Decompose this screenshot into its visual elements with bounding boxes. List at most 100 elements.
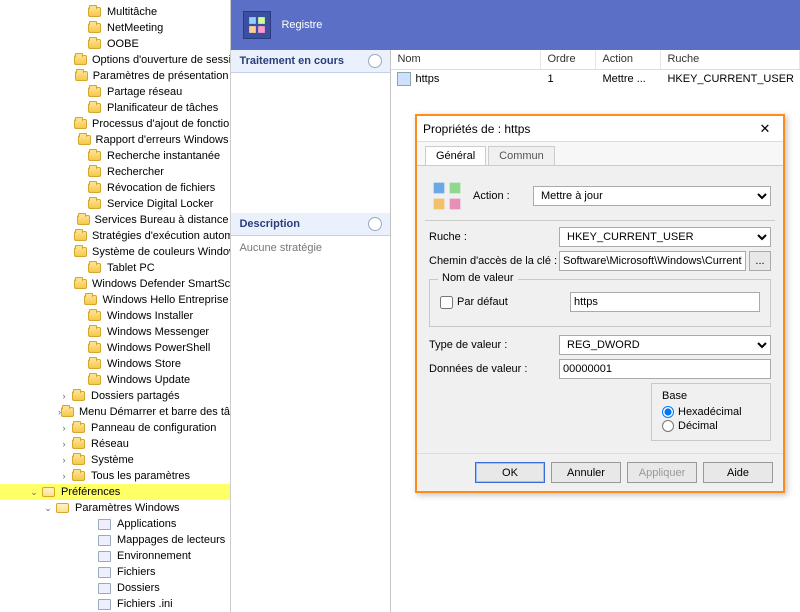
cancel-button[interactable]: Annuler bbox=[551, 462, 621, 483]
close-icon[interactable]: ✕ bbox=[753, 121, 777, 137]
folder-icon bbox=[86, 5, 102, 19]
folder-icon bbox=[86, 37, 102, 51]
tree-item[interactable]: Options d'ouverture de session Windows bbox=[0, 52, 230, 68]
default-checkbox[interactable] bbox=[440, 296, 453, 309]
collapse-icon[interactable] bbox=[368, 54, 382, 68]
valdata-input[interactable] bbox=[559, 359, 771, 379]
expander-icon[interactable]: › bbox=[58, 439, 70, 449]
tree-item[interactable]: ›Menu Démarrer et barre des tâches bbox=[0, 404, 230, 420]
hive-select[interactable]: HKEY_CURRENT_USER bbox=[559, 227, 771, 247]
list-row[interactable]: https 1 Mettre ... HKEY_CURRENT_USER bbox=[391, 70, 800, 88]
tree-item[interactable]: Fichiers .ini bbox=[0, 596, 230, 612]
tree-item[interactable]: ›Panneau de configuration bbox=[0, 420, 230, 436]
radio-hex[interactable] bbox=[662, 406, 674, 418]
folder-icon bbox=[86, 85, 102, 99]
tree-item[interactable]: ›Réseau bbox=[0, 436, 230, 452]
tree-item[interactable]: Windows Installer bbox=[0, 308, 230, 324]
expander-icon[interactable]: ⌄ bbox=[42, 503, 54, 514]
tab-general[interactable]: Général bbox=[425, 146, 486, 165]
tree-item[interactable]: OOBE bbox=[0, 36, 230, 52]
tree-label: Options d'ouverture de session Windows bbox=[90, 54, 231, 66]
tree-item[interactable]: ⌄ Préférences bbox=[0, 484, 230, 500]
tree-label: Tous les paramètres bbox=[89, 470, 192, 482]
tree-item[interactable]: Environnement bbox=[0, 548, 230, 564]
tree-item[interactable]: Service Digital Locker bbox=[0, 196, 230, 212]
collapse-icon[interactable] bbox=[368, 217, 382, 231]
tree-item[interactable]: Tablet PC bbox=[0, 260, 230, 276]
tree-label: Dossiers partagés bbox=[89, 390, 182, 402]
section-description-header[interactable]: Description bbox=[231, 213, 390, 236]
apply-button[interactable]: Appliquer bbox=[627, 462, 697, 483]
dialog-titlebar[interactable]: Propriétés de : https ✕ bbox=[417, 116, 783, 142]
folder-icon bbox=[86, 149, 102, 163]
expander-icon[interactable]: ⌄ bbox=[28, 487, 40, 498]
tree-item[interactable]: Mappages de lecteurs bbox=[0, 532, 230, 548]
tree-label: Multitâche bbox=[105, 6, 159, 18]
folder-icon bbox=[77, 213, 90, 227]
tree-label: Dossiers bbox=[115, 582, 162, 594]
tree-item[interactable]: Rechercher bbox=[0, 164, 230, 180]
valdata-label: Données de valeur : bbox=[429, 363, 559, 375]
tree-label: Paramètres Windows bbox=[73, 502, 182, 514]
tree-item[interactable]: › Tous les paramètres bbox=[0, 468, 230, 484]
tree-item[interactable]: Services Bureau à distance bbox=[0, 212, 230, 228]
tree-item[interactable]: Révocation de fichiers bbox=[0, 180, 230, 196]
tree-item[interactable]: Windows Hello Entreprise bbox=[0, 292, 230, 308]
tree-item[interactable]: Rapport d'erreurs Windows bbox=[0, 132, 230, 148]
registry-icon bbox=[243, 11, 271, 39]
valtype-select[interactable]: REG_DWORD bbox=[559, 335, 771, 355]
expander-icon[interactable]: › bbox=[58, 391, 70, 401]
tree-item[interactable]: NetMeeting bbox=[0, 20, 230, 36]
tree-item[interactable]: ›Système bbox=[0, 452, 230, 468]
tree-item[interactable]: Windows Update bbox=[0, 372, 230, 388]
tree-label: Préférences bbox=[59, 486, 122, 498]
tree-item[interactable]: Applications bbox=[0, 516, 230, 532]
section-processing-header[interactable]: Traitement en cours bbox=[231, 50, 390, 73]
help-button[interactable]: Aide bbox=[703, 462, 773, 483]
tree-label: Services Bureau à distance bbox=[93, 214, 231, 226]
tree-item[interactable]: Recherche instantanée bbox=[0, 148, 230, 164]
tree-item[interactable]: Paramètres de présentation bbox=[0, 68, 230, 84]
tree-item[interactable]: Multitâche bbox=[0, 4, 230, 20]
folder-icon bbox=[86, 261, 102, 275]
section-description-label: Description bbox=[239, 218, 300, 230]
sidebar: Traitement en cours Description Aucune s… bbox=[231, 50, 391, 612]
expander-icon[interactable]: › bbox=[58, 471, 70, 481]
properties-dialog: Propriétés de : https ✕ Général Commun A… bbox=[415, 114, 785, 493]
tree-item[interactable]: › Dossiers partagés bbox=[0, 388, 230, 404]
tree-item[interactable]: Partage réseau bbox=[0, 84, 230, 100]
valuename-input[interactable] bbox=[570, 292, 760, 312]
tree-item[interactable]: Windows Store bbox=[0, 356, 230, 372]
col-action[interactable]: Action bbox=[596, 50, 661, 69]
tree-item[interactable]: Planificateur de tâches bbox=[0, 100, 230, 116]
tree-label: Rapport d'erreurs Windows bbox=[94, 134, 231, 146]
default-checkbox-label[interactable]: Par défaut bbox=[440, 296, 570, 309]
tree-item[interactable]: Système de couleurs Windows bbox=[0, 244, 230, 260]
radio-hex-label[interactable]: Hexadécimal bbox=[662, 406, 760, 418]
folder-icon bbox=[70, 389, 86, 403]
radio-dec-label[interactable]: Décimal bbox=[662, 420, 760, 432]
tree-item[interactable]: Processus d'ajout de fonctionnalités à W… bbox=[0, 116, 230, 132]
folder-icon bbox=[74, 117, 87, 131]
expander-icon[interactable]: › bbox=[58, 423, 70, 433]
tree-item[interactable]: Stratégies d'exécution automatique bbox=[0, 228, 230, 244]
tree-label: Windows Hello Entreprise bbox=[101, 294, 231, 306]
col-order[interactable]: Ordre bbox=[541, 50, 596, 69]
tree-item[interactable]: Fichiers bbox=[0, 564, 230, 580]
tab-common[interactable]: Commun bbox=[488, 146, 555, 165]
keypath-input[interactable] bbox=[559, 251, 746, 271]
col-name[interactable]: Nom bbox=[391, 50, 541, 69]
tree-item[interactable]: Windows Messenger bbox=[0, 324, 230, 340]
keypath-label: Chemin d'accès de la clé : bbox=[429, 255, 559, 267]
radio-dec[interactable] bbox=[662, 420, 674, 432]
tree-item[interactable]: Windows Defender SmartScreen bbox=[0, 276, 230, 292]
row-hive: HKEY_CURRENT_USER bbox=[661, 72, 800, 86]
tree-item[interactable]: Windows PowerShell bbox=[0, 340, 230, 356]
col-hive[interactable]: Ruche bbox=[661, 50, 800, 69]
tree-item[interactable]: ⌄ Paramètres Windows bbox=[0, 500, 230, 516]
tree-item[interactable]: Dossiers bbox=[0, 580, 230, 596]
browse-button[interactable]: ... bbox=[749, 251, 771, 271]
ok-button[interactable]: OK bbox=[475, 462, 545, 483]
action-select[interactable]: Mettre à jour bbox=[533, 186, 771, 206]
expander-icon[interactable]: › bbox=[58, 455, 70, 465]
